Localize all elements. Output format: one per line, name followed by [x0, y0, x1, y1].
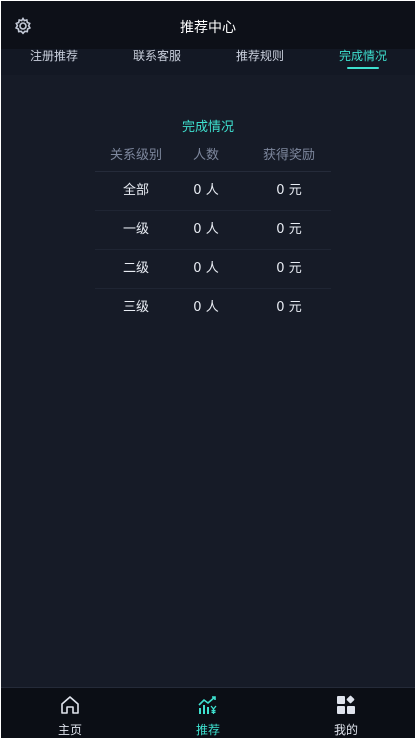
tab-register-referral[interactable]: 注册推荐: [21, 49, 87, 75]
row-count: 0 人: [193, 183, 219, 198]
tab-completion-status[interactable]: 完成情况: [330, 49, 396, 75]
table-row: 三级 0 人 0 元: [95, 289, 331, 327]
tab-referral-rules[interactable]: 推荐规则: [227, 49, 293, 75]
table-row: 一级 0 人 0 元: [95, 211, 331, 250]
tab-label: 推荐规则: [235, 49, 284, 63]
row-count: 0 人: [193, 222, 219, 237]
bottom-nav: 主页 推荐 我的: [1, 687, 415, 738]
row-reward: 0 元: [276, 183, 302, 198]
header-count: 人数: [192, 148, 219, 163]
row-reward: 0 元: [276, 222, 302, 237]
page-title: 推荐中心: [180, 20, 236, 36]
completion-table: 关系级别 人数 获得奖励 全部 0 人 0 元 一级 0 人 0 元 二级 0 …: [95, 143, 331, 327]
app-screen: 推荐中心 注册推荐 联系客服 推荐规则 完成情况 完成情况 关系级别 人数 获得…: [1, 1, 415, 738]
referral-chart-icon: [197, 694, 219, 716]
section-title: 完成情况: [181, 120, 234, 135]
nav-referral[interactable]: 推荐: [139, 688, 277, 738]
tab-contact-support[interactable]: 联系客服: [124, 49, 190, 75]
tab-label: 完成情况: [338, 49, 387, 63]
tab-bar: 注册推荐 联系客服 推荐规则 完成情况: [1, 49, 415, 75]
row-reward: 0 元: [276, 300, 302, 315]
row-count: 0 人: [193, 300, 219, 315]
tab-label: 联系客服: [132, 49, 181, 63]
tab-underline: [347, 67, 379, 69]
table-row: 全部 0 人 0 元: [95, 172, 331, 211]
table-header: 关系级别 人数 获得奖励: [95, 143, 331, 172]
nav-mine-label: 我的: [333, 723, 358, 737]
header-reward: 获得奖励: [262, 148, 315, 163]
nav-referral-label: 推荐: [195, 723, 220, 737]
home-icon: [59, 694, 81, 716]
tab-label: 注册推荐: [29, 49, 78, 63]
row-reward: 0 元: [276, 261, 302, 276]
nav-home[interactable]: 主页: [1, 688, 139, 738]
nav-home-label: 主页: [57, 723, 82, 737]
nav-mine[interactable]: 我的: [277, 688, 415, 738]
table-row: 二级 0 人 0 元: [95, 250, 331, 289]
row-count: 0 人: [193, 261, 219, 276]
top-bar: 推荐中心: [1, 1, 415, 49]
apps-grid-icon: [335, 694, 357, 716]
